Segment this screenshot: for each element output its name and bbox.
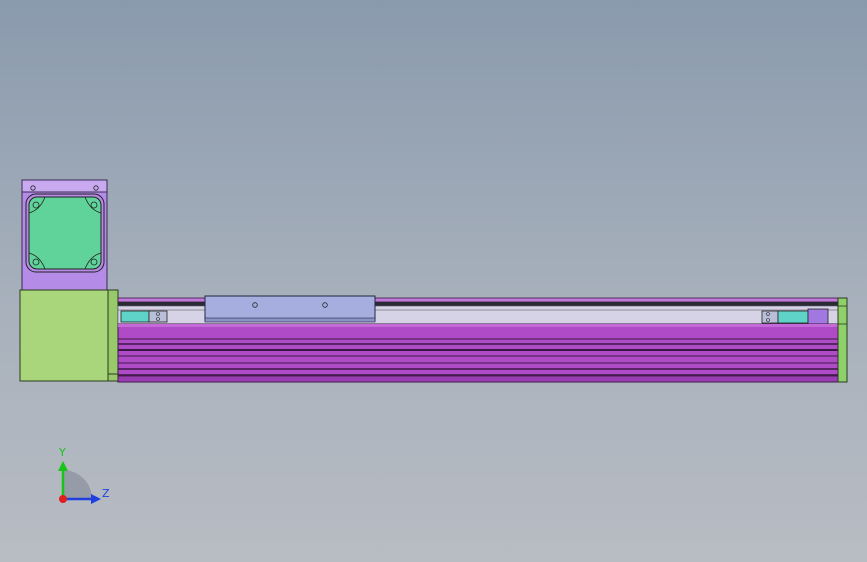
motor-face [28, 196, 102, 270]
left-end-block[interactable] [19, 289, 119, 382]
linear-actuator-model[interactable]: Y Z [0, 0, 867, 562]
3d-viewport[interactable]: Y Z [0, 0, 867, 562]
right-limit-sensor[interactable] [761, 308, 829, 325]
axis-z-label: Z [102, 487, 110, 500]
arrow-up-icon [58, 461, 68, 471]
carriage[interactable] [204, 295, 376, 323]
arrow-right-icon [91, 494, 101, 504]
left-limit-sensor[interactable] [120, 310, 168, 323]
rail-body[interactable] [117, 323, 841, 383]
right-end-cap[interactable] [837, 297, 848, 383]
motor-flange[interactable] [21, 179, 108, 291]
axis-y-label: Y [58, 446, 66, 459]
orientation-triad: Y Z [58, 446, 110, 504]
